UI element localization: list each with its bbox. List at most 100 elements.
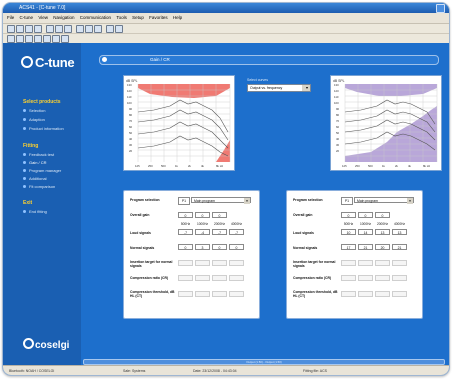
sidebar-item-adaption[interactable]: Adaption xyxy=(23,117,45,122)
status-date: Date: 23/12/2008 - 04:43:04 xyxy=(193,369,237,373)
close-icon[interactable] xyxy=(436,4,445,13)
normal-signal-field[interactable]: 0 xyxy=(178,244,193,250)
sidebar-item-selection[interactable]: Selection xyxy=(23,108,45,113)
freq-label: 1000Hz xyxy=(197,222,208,226)
program-panel-right: Program selection P1 Main program ▾ Overa… xyxy=(286,190,423,319)
settings-icon[interactable] xyxy=(61,35,69,43)
redo-icon[interactable] xyxy=(85,25,93,33)
svg-text:500: 500 xyxy=(161,164,166,168)
normal-signals-label: Normal signals xyxy=(130,246,155,250)
normal-signal-field[interactable]: 21 xyxy=(358,244,373,250)
loud-signal-field[interactable]: 14 xyxy=(358,229,373,235)
menu-help[interactable]: Help xyxy=(173,13,182,23)
bullet-icon xyxy=(23,118,26,121)
svg-text:20: 20 xyxy=(129,149,133,153)
bullet-icon xyxy=(23,109,26,112)
normal-signal-field[interactable]: 17 xyxy=(341,244,356,250)
menu-navigation[interactable]: Navigation xyxy=(53,13,74,23)
sidebar-item-gain-cr[interactable]: Gain / CR xyxy=(23,160,47,165)
loud-signal-field[interactable]: 10 xyxy=(341,229,356,235)
loud-signal-field[interactable]: -7 xyxy=(178,229,193,235)
insertion-target-field xyxy=(195,260,210,266)
sidebar-item-program-manager[interactable]: Program manager xyxy=(23,168,61,173)
paste-icon[interactable] xyxy=(64,25,72,33)
loud-signal-field[interactable]: 13 xyxy=(375,229,390,235)
svg-text:50: 50 xyxy=(336,131,340,135)
bullet-icon xyxy=(23,210,26,213)
undo-icon[interactable] xyxy=(76,25,84,33)
print-icon[interactable] xyxy=(34,25,42,33)
compression-ratio-label: Compression ratio (CR) xyxy=(293,276,332,280)
speaker-icon[interactable] xyxy=(43,35,51,43)
menu-ctune[interactable]: C-tune xyxy=(20,13,34,23)
loud-signals-label: Loud signals xyxy=(130,231,151,235)
svg-text:100: 100 xyxy=(127,101,132,105)
save-icon[interactable] xyxy=(25,25,33,33)
overall-gain-field[interactable]: 0 xyxy=(178,212,193,218)
client-icon[interactable] xyxy=(7,35,15,43)
sidebar-item-feedback-test[interactable]: Feedback test xyxy=(23,152,54,157)
curve-select-label: Select curves xyxy=(247,78,269,82)
menu-favorites[interactable]: Favorites xyxy=(149,13,168,23)
brand-text: coselgi xyxy=(35,340,70,351)
menu-setup[interactable]: Setup xyxy=(132,13,144,23)
fitting-icon[interactable] xyxy=(25,35,33,43)
svg-text:90: 90 xyxy=(336,107,340,111)
connect-icon[interactable] xyxy=(106,25,114,33)
help-icon[interactable] xyxy=(115,25,123,33)
compression-threshold-field xyxy=(229,291,244,297)
insertion-target-field xyxy=(392,260,407,266)
curve-select-dropdown[interactable]: Output vs. frequency ▾ xyxy=(247,84,311,92)
loud-signal-field[interactable]: -4 xyxy=(195,229,210,235)
menu-tools[interactable]: Tools xyxy=(116,13,127,23)
tab-gain-cr[interactable]: Gain / CR xyxy=(150,56,170,64)
cut-icon[interactable] xyxy=(46,25,54,33)
copy-icon[interactable] xyxy=(55,25,63,33)
brand-logo: coselgi xyxy=(23,338,69,351)
program-name-value: Main program xyxy=(357,199,378,203)
svg-text:8k Hz: 8k Hz xyxy=(423,164,431,168)
loud-signal-field[interactable]: -7 xyxy=(212,229,227,235)
normal-signal-field[interactable]: 21 xyxy=(392,244,407,250)
new-icon[interactable] xyxy=(7,25,15,33)
open-icon[interactable] xyxy=(16,25,24,33)
svg-text:8k Hz: 8k Hz xyxy=(216,164,224,168)
program-number-select[interactable]: P1 xyxy=(178,197,190,205)
overall-gain-field[interactable]: 0 xyxy=(212,212,227,218)
menu-communication[interactable]: Communication xyxy=(80,13,111,23)
normal-signal-field[interactable]: 0 xyxy=(229,244,244,250)
overall-gain-label: Overall gain xyxy=(293,213,313,217)
loud-signal-field[interactable]: 13 xyxy=(392,229,407,235)
program-name-select[interactable]: Main program ▾ xyxy=(191,197,251,204)
overall-gain-field[interactable]: 0 xyxy=(375,212,390,218)
compression-ratio-field xyxy=(178,275,193,281)
menu-view[interactable]: View xyxy=(38,13,48,23)
program-number-select[interactable]: P1 xyxy=(341,197,353,205)
normal-signal-field[interactable]: 20 xyxy=(375,244,390,250)
normal-signal-field[interactable]: 0 xyxy=(212,244,227,250)
bullet-icon xyxy=(23,177,26,180)
freq-label: 2000Hz xyxy=(377,222,388,226)
hearing-aid-icon[interactable] xyxy=(34,35,42,43)
refresh-icon[interactable] xyxy=(94,25,102,33)
sidebar-item-end-fitting[interactable]: End fitting xyxy=(23,209,47,214)
loud-signal-field[interactable]: -7 xyxy=(229,229,244,235)
status-bar: Bluetooth: NOAH / COSELGI Sale: Systems … xyxy=(3,365,449,375)
compression-threshold-field xyxy=(212,291,227,297)
program-name-select[interactable]: Main program ▾ xyxy=(354,197,414,204)
bullet-icon xyxy=(23,161,26,164)
overall-gain-field[interactable]: 0 xyxy=(195,212,210,218)
record-icon[interactable] xyxy=(52,35,60,43)
program-panel-left: Program selection P1 Main program ▾ Overa… xyxy=(123,190,260,319)
nav-label: Program manager xyxy=(29,168,62,173)
sidebar-item-additional[interactable]: Additional xyxy=(23,176,47,181)
normal-signal-field[interactable]: 3 xyxy=(195,244,210,250)
sidebar-item-product-information[interactable]: Product information xyxy=(23,126,64,131)
overall-gain-field[interactable]: 0 xyxy=(341,212,356,218)
svg-text:110: 110 xyxy=(334,95,339,99)
menu-file[interactable]: File xyxy=(7,13,14,23)
sidebar-item-fit-comparison[interactable]: Fit comparison xyxy=(23,184,55,189)
freq-label: 4000Hz xyxy=(394,222,405,226)
audiogram-icon[interactable] xyxy=(16,35,24,43)
overall-gain-field[interactable]: 0 xyxy=(358,212,373,218)
